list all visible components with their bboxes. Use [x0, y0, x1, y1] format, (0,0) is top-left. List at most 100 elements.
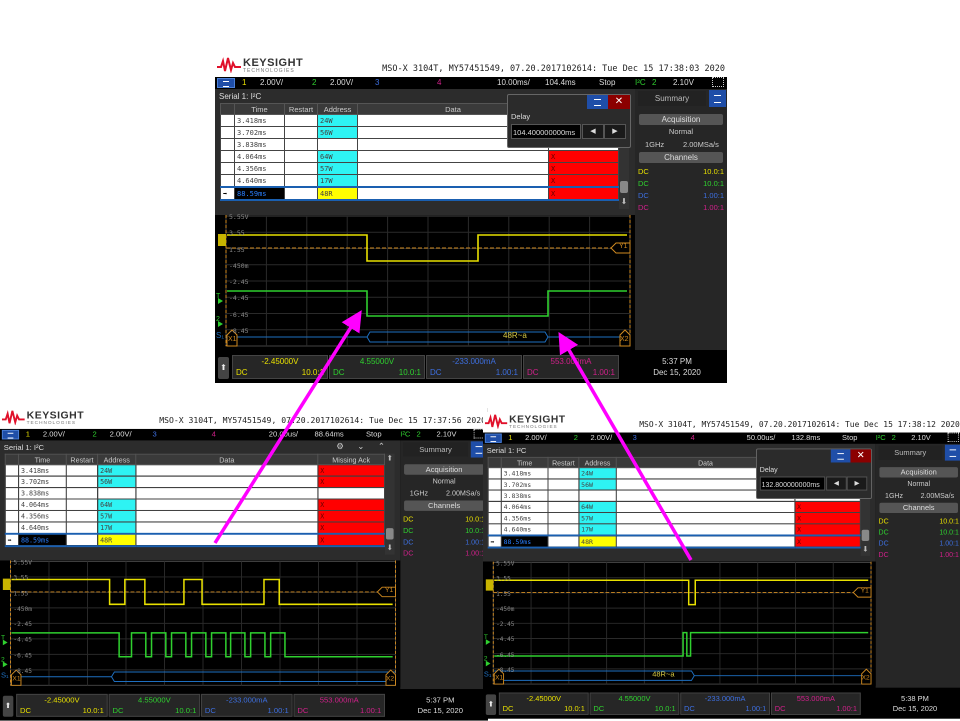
ch3-label[interactable]: 3 — [633, 434, 637, 442]
table-row[interactable]: 3.418ms 24W X — [4, 464, 386, 477]
ch4-label[interactable]: 4 — [437, 78, 441, 87]
summary-tab[interactable]: Summary — [878, 445, 943, 460]
channel-4-box[interactable]: 553.000mA DC 1.00:1 — [770, 692, 861, 715]
delay-increment-button[interactable]: ▶ — [604, 124, 626, 139]
table-row[interactable]: 3.702ms 56W X — [4, 475, 386, 489]
table-scrollbar[interactable]: ⬆⬇ — [385, 453, 395, 555]
ch1-label[interactable]: 1 — [242, 78, 246, 87]
delay[interactable]: 132.8ms — [792, 434, 821, 442]
ch1-scale[interactable]: 2.00V/ — [260, 78, 283, 87]
summary-tab[interactable]: Summary — [638, 91, 706, 106]
column-header-address[interactable]: Address — [317, 103, 358, 115]
timebase[interactable]: 50.00us/ — [747, 434, 776, 442]
channel-bar-toggle-icon[interactable]: ⬆ — [2, 695, 14, 717]
menu-button[interactable] — [217, 78, 235, 88]
run-state[interactable]: Stop — [366, 430, 382, 439]
column-header-restart[interactable]: Restart — [284, 103, 318, 115]
decode-bus-packet[interactable] — [110, 671, 396, 682]
menu-button[interactable] — [484, 433, 502, 443]
scroll-down-icon[interactable]: ⬇ — [385, 543, 395, 553]
delay-input[interactable]: 132.800000000ms — [759, 476, 826, 491]
ch2-scale[interactable]: 2.00V/ — [330, 78, 353, 87]
channel-1-ground-marker[interactable] — [218, 234, 226, 246]
channel-2-box[interactable]: 4.55000V DC 10.0:1 — [108, 693, 201, 717]
delay-decrement-button[interactable]: ◀ — [826, 476, 847, 491]
timebase[interactable]: 10.00ms/ — [497, 78, 530, 87]
dialog-close-button[interactable]: ✕ — [850, 449, 872, 463]
touch-icon[interactable] — [947, 432, 959, 442]
trigger-source[interactable]: 2 — [892, 434, 896, 442]
column-header-restart[interactable]: Restart — [65, 453, 99, 466]
channel-3-box[interactable]: -233.000mA DC 1.00:1 — [201, 693, 293, 717]
table-row[interactable]: 4.640ms 17W X — [220, 174, 619, 188]
scroll-thumb[interactable] — [861, 529, 870, 542]
ch3-label[interactable]: 3 — [152, 430, 156, 439]
column-header-data[interactable]: Data — [135, 453, 319, 466]
collapse-icon[interactable]: ⌄ — [357, 441, 364, 451]
ch2-label[interactable]: 2 — [574, 434, 578, 442]
trigger-source[interactable]: 2 — [416, 430, 420, 439]
decode-table[interactable]: TimeRestartAddressDataMissing Ack3.418ms… — [4, 453, 386, 548]
trigger-level[interactable]: 2.10V — [673, 78, 694, 87]
column-header-time[interactable]: Time — [500, 456, 549, 469]
touch-icon[interactable] — [712, 77, 724, 87]
ch2-scale[interactable]: 2.00V/ — [110, 430, 132, 439]
summary-tab[interactable]: Summary — [403, 442, 468, 457]
dialog-close-button[interactable]: ✕ — [608, 95, 630, 109]
scroll-thumb[interactable] — [620, 181, 628, 193]
channel-bar-toggle-icon[interactable]: ⬆ — [485, 694, 497, 715]
channel-bar-toggle-icon[interactable]: ⬆ — [218, 357, 229, 379]
summary-menu-button[interactable] — [709, 90, 726, 107]
waveform-display[interactable]: 5.55V 3.55 1.55 -450m -2.45 -4.45 -6.45 -8.45 X1… — [215, 213, 635, 348]
channel-1-ground-marker[interactable] — [485, 579, 494, 591]
run-state[interactable]: Stop — [599, 78, 615, 87]
channel-2-box[interactable]: 4.55000V DC 10.0:1 — [329, 355, 425, 379]
column-header-time[interactable]: Time — [18, 453, 67, 466]
trigger-type[interactable]: I²C — [635, 78, 646, 87]
scroll-down-icon[interactable]: ⬇ — [861, 545, 870, 554]
trigger-level[interactable]: 2.10V — [436, 430, 456, 439]
channel-1-box[interactable]: -2.45000V DC 10.0:1 — [232, 355, 328, 379]
timebase[interactable]: 20.00us/ — [269, 430, 298, 439]
run-state[interactable]: Stop — [842, 434, 857, 442]
ch2-label[interactable]: 2 — [312, 78, 316, 87]
column-header-time[interactable]: Time — [234, 103, 285, 115]
table-row[interactable]: 4.356ms 57W X — [220, 162, 619, 175]
scroll-top-icon[interactable]: ⬆ — [385, 454, 395, 464]
ch2-scale[interactable]: 2.00V/ — [591, 434, 613, 442]
delay-decrement-button[interactable]: ◀ — [582, 124, 604, 139]
table-row-selected[interactable]: ➡ 88.59ms 48R X — [487, 534, 861, 549]
column-header-restart[interactable]: Restart — [547, 456, 580, 469]
gear-icon[interactable]: ⚙ — [336, 441, 344, 451]
ch1-scale[interactable]: 2.00V/ — [525, 434, 547, 442]
ch2-label[interactable]: 2 — [92, 430, 96, 439]
ch1-scale[interactable]: 2.00V/ — [43, 430, 65, 439]
table-row[interactable]: 4.356ms 57W X — [487, 512, 861, 525]
delay[interactable]: 104.4ms — [545, 78, 576, 87]
channel-1-ground-marker[interactable] — [2, 578, 11, 591]
column-header-address[interactable]: Address — [578, 456, 617, 469]
ch1-label[interactable]: 1 — [26, 430, 30, 439]
table-row-selected[interactable]: ➡ 88.59ms 48R X — [4, 532, 386, 548]
table-row[interactable]: 4.640ms 17W X — [4, 521, 386, 535]
table-row[interactable]: 4.064ms 64W X — [487, 500, 861, 513]
channel-3-box[interactable]: -233.000mA DC 1.00:1 — [680, 692, 771, 715]
table-row-selected[interactable]: ➡ 88.59ms 48R X — [220, 186, 619, 201]
delay-input[interactable]: 104.400000000ms — [511, 124, 581, 139]
table-row[interactable]: 4.064ms 64W X — [220, 150, 619, 163]
delay[interactable]: 88.64ms — [314, 430, 343, 439]
channel-1-box[interactable]: -2.45000V DC 10.0:1 — [16, 693, 108, 717]
scroll-thumb[interactable] — [385, 528, 394, 540]
ch3-label[interactable]: 3 — [375, 78, 379, 87]
waveform-display[interactable]: 5.55V 3.55 1.55 -450m -2.45 -4.45 -6.45 -8.45 X1… — [0, 559, 401, 688]
channel-4-box[interactable]: 553.000mA DC 1.00:1 — [523, 355, 619, 379]
channel-2-box[interactable]: 4.55000V DC 10.0:1 — [589, 692, 680, 715]
channel-4-box[interactable]: 553.000mA DC 1.00:1 — [293, 693, 386, 717]
channel-1-box[interactable]: -2.45000V DC 10.0:1 — [498, 692, 589, 715]
channel-3-box[interactable]: -233.000mA DC 1.00:1 — [426, 355, 522, 379]
ch4-label[interactable]: 4 — [691, 434, 695, 442]
dialog-menu-button[interactable] — [830, 449, 851, 463]
table-row[interactable]: 4.064ms 64W X — [4, 498, 386, 511]
table-row[interactable]: 4.356ms 57W X — [4, 509, 386, 523]
dialog-menu-button[interactable] — [587, 95, 608, 109]
